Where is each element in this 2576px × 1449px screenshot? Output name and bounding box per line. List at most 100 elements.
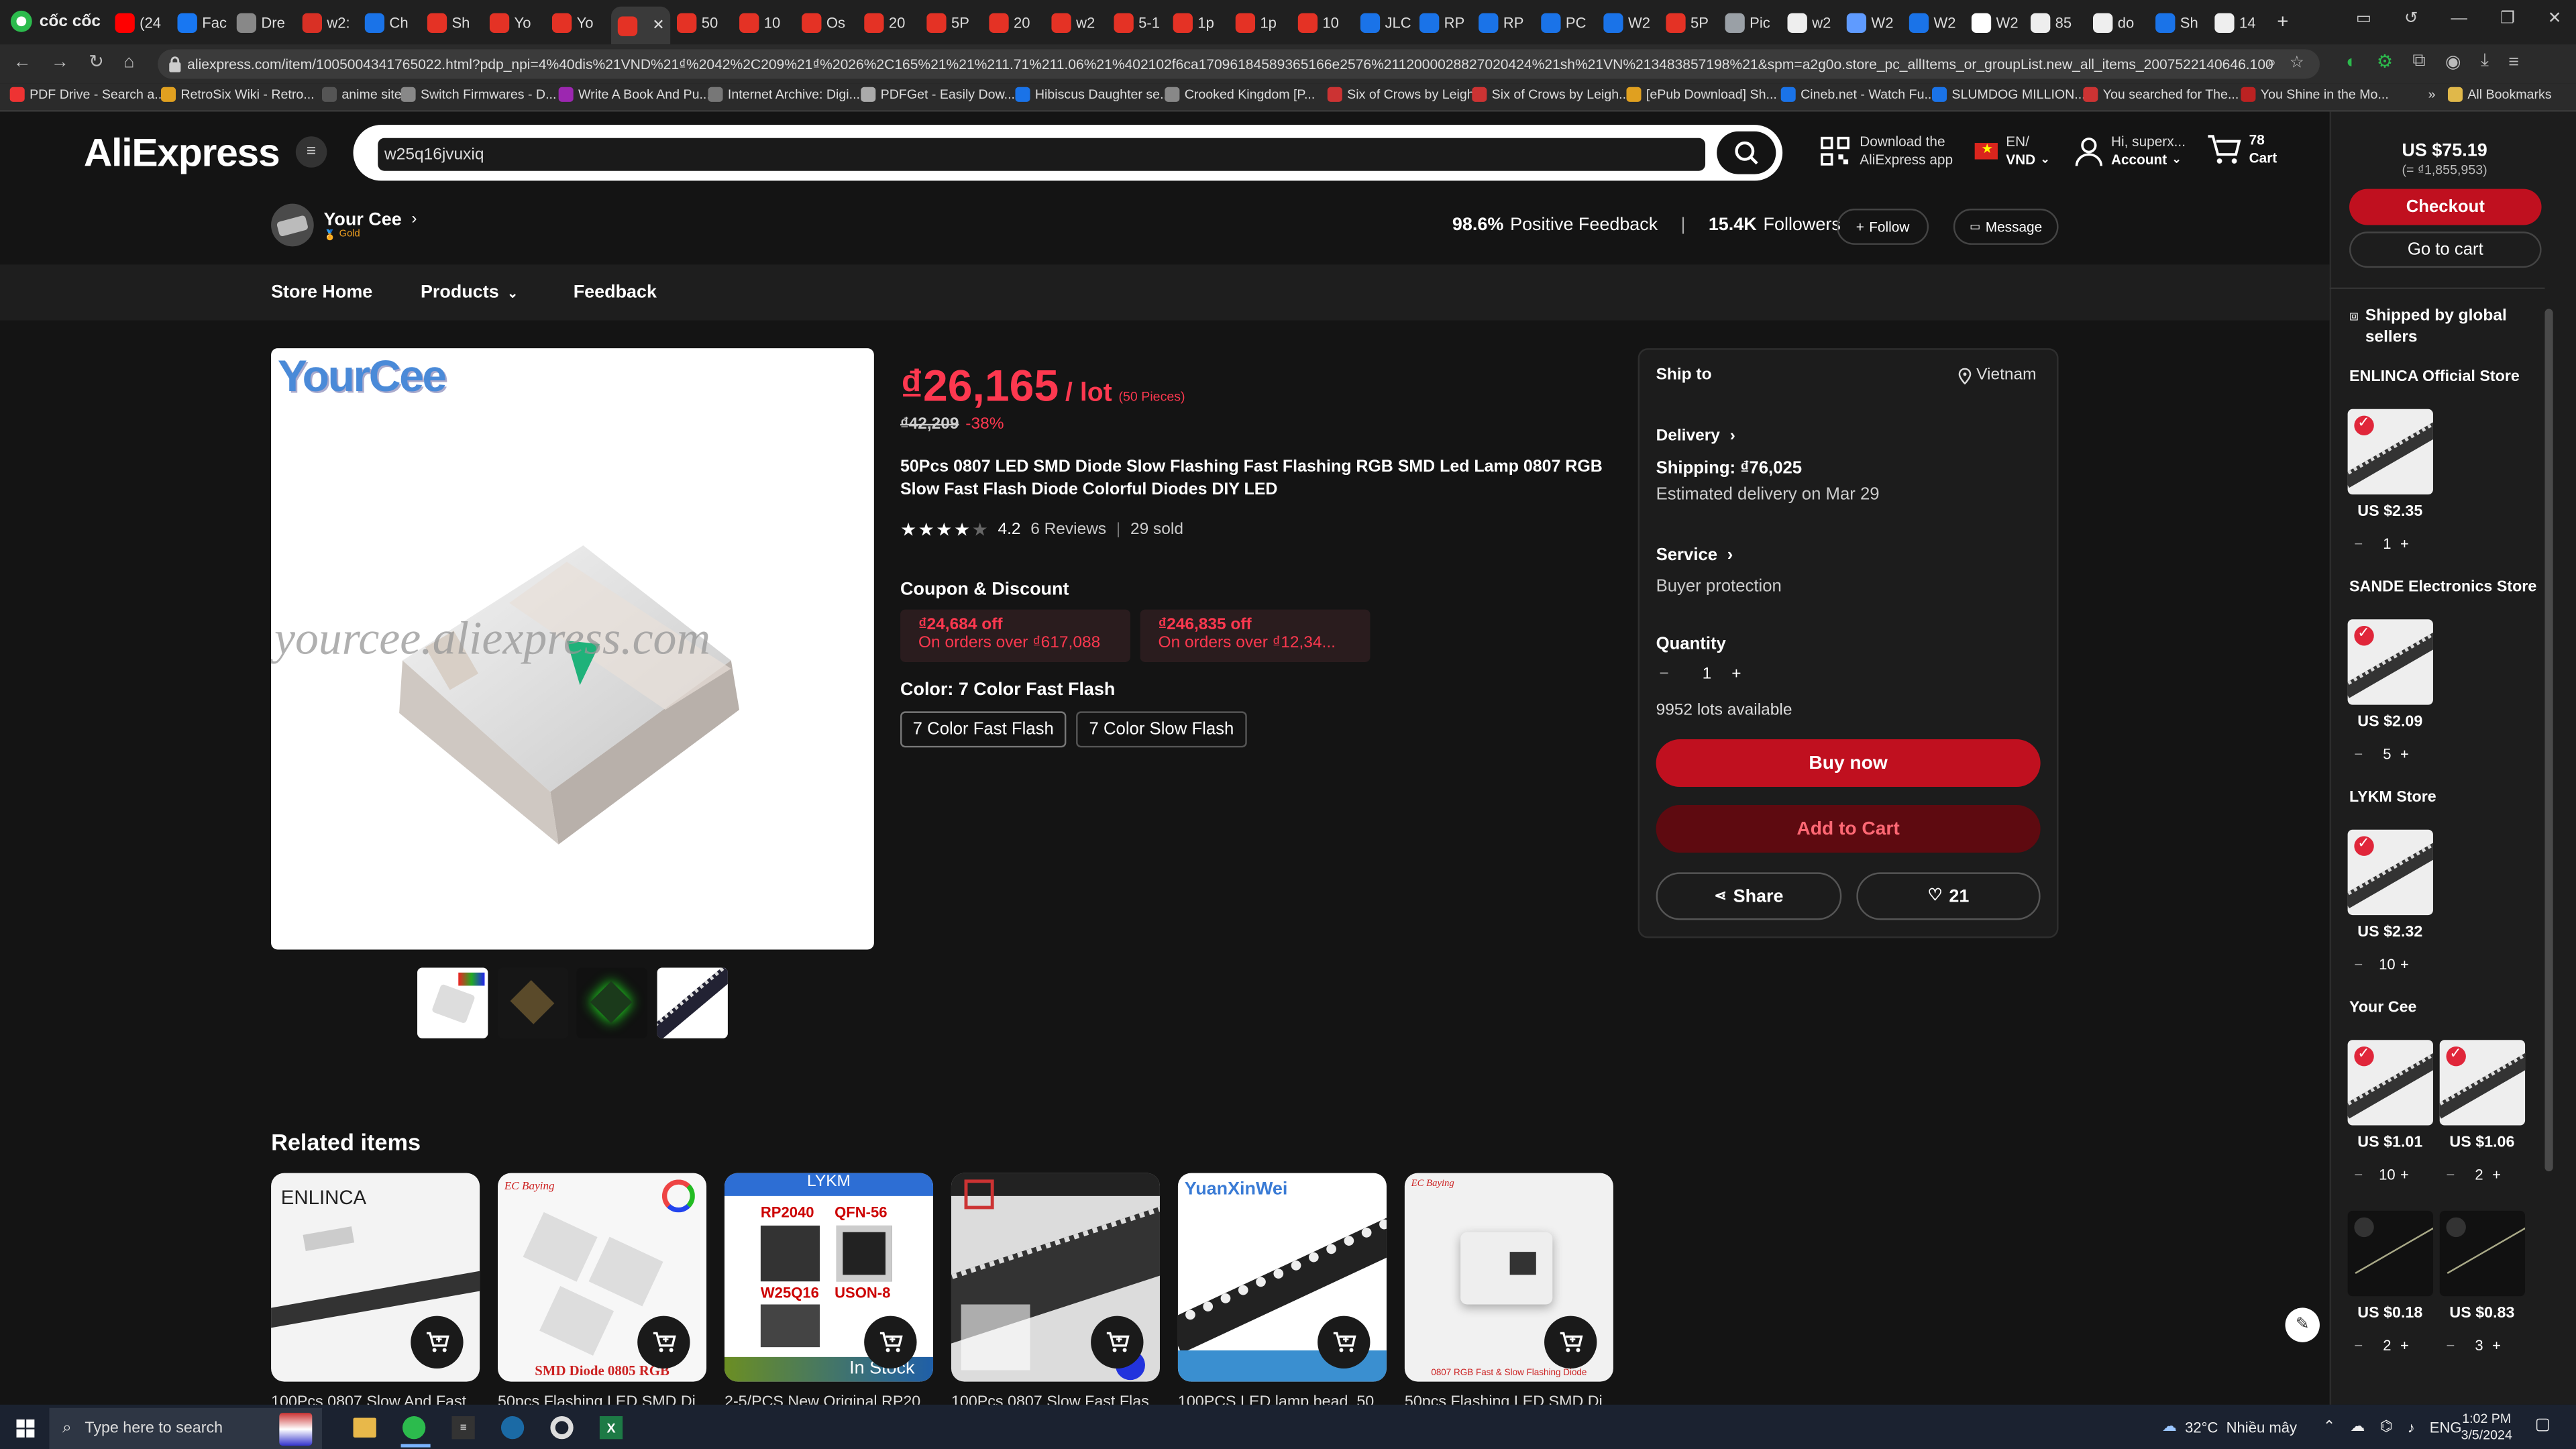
bookmark-item[interactable]: anime site <box>322 87 402 102</box>
reload-icon[interactable]: ↻ <box>89 51 104 72</box>
bookmark-item[interactable]: SLUMDOG MILLION... <box>1932 87 2086 102</box>
add-to-cart-icon[interactable] <box>1544 1316 1597 1368</box>
bookmark-item[interactable]: PDFGet - Easily Dow... <box>861 87 1015 102</box>
browser-tab[interactable]: 5P <box>926 7 982 40</box>
browser-tab[interactable]: Yo <box>551 7 608 40</box>
delivery-link[interactable]: Delivery › <box>1656 427 1735 445</box>
forward-icon[interactable]: → <box>51 52 69 71</box>
cart-link[interactable]: 78 Cart <box>2206 131 2277 168</box>
download-app-link[interactable]: Download the AliExpress app <box>1820 133 1953 169</box>
volume-icon[interactable]: ♪ <box>2408 1419 2415 1435</box>
browser-tab[interactable]: W2 <box>1909 7 1965 40</box>
browser-tab[interactable]: 85 <box>2030 7 2086 40</box>
checkout-button[interactable]: Checkout <box>2349 189 2542 225</box>
related-item-image[interactable]: ENLINCA <box>271 1173 480 1382</box>
tray-chevron-icon[interactable]: ⌃ <box>2323 1417 2335 1436</box>
bookmark-item[interactable]: Cineb.net - Watch Fu... <box>1780 87 1935 102</box>
edit-pencil-icon[interactable]: ✎ <box>2285 1307 2320 1342</box>
clock[interactable]: 1:02 PM 3/5/2024 <box>2461 1411 2512 1444</box>
wishlist-button[interactable]: ♡ 21 <box>1856 872 2041 920</box>
coccoc-taskbar-icon[interactable] <box>402 1416 426 1440</box>
checkbox-icon[interactable] <box>2354 1217 2374 1238</box>
browser-tab[interactable]: JLC <box>1360 7 1416 40</box>
browser-tab[interactable]: Ch <box>364 7 421 40</box>
browser-tab[interactable]: 50 <box>676 7 733 40</box>
extension-badge-icon[interactable]: ⚙ <box>2377 51 2393 72</box>
cart-store-name[interactable]: Your Cee <box>2349 999 2416 1017</box>
add-to-cart-button[interactable]: Add to Cart <box>1656 805 2041 853</box>
checkbox-icon[interactable]: ✓ <box>2354 414 2374 435</box>
panel-scrollbar[interactable] <box>2544 309 2553 1172</box>
zoom-icon[interactable]: ⌕ <box>2267 54 2277 72</box>
tab-search-icon[interactable]: ▭ <box>2356 10 2371 28</box>
increment-button[interactable]: + <box>2400 1167 2420 1183</box>
related-item-image[interactable]: EC Baying SMD Diode 0805 RGB <box>498 1173 707 1382</box>
bookmark-item[interactable]: Switch Firmwares - D... <box>400 87 556 102</box>
close-window-icon[interactable]: ✕ <box>2548 10 2562 28</box>
quantity-value[interactable]: 1 <box>1682 665 1731 684</box>
reviews-link[interactable]: 6 Reviews <box>1030 521 1106 539</box>
decrement-button[interactable]: − <box>1659 665 1682 684</box>
buy-now-button[interactable]: Buy now <box>1656 739 2041 788</box>
thumbnail-3[interactable] <box>576 967 647 1038</box>
add-to-cart-icon[interactable] <box>637 1316 690 1368</box>
language-currency-selector[interactable]: ★ EN/ VND ⌄ <box>1974 133 2050 169</box>
history-icon[interactable]: ↺ <box>2404 10 2418 28</box>
decrement-button[interactable]: − <box>2447 1167 2466 1183</box>
download-icon[interactable]: ⤓ <box>2481 51 2489 72</box>
nav-store-home[interactable]: Store Home <box>271 282 372 302</box>
bookmark-item[interactable]: Six of Crows by Leigh... <box>1472 87 1630 102</box>
checkbox-icon[interactable]: ✓ <box>2354 1045 2374 1067</box>
browser-tab[interactable]: w2: <box>302 7 358 40</box>
bookmark-item[interactable]: You Shine in the Mo... <box>2241 87 2389 102</box>
bookmarks-overflow-icon[interactable]: » <box>2428 87 2436 102</box>
browser-brand[interactable]: cốc cốc <box>10 10 101 33</box>
checkbox-icon[interactable] <box>2446 1217 2466 1238</box>
related-item-image[interactable]: YuanXinWei <box>1177 1173 1387 1382</box>
browser-tab[interactable]: 10 <box>1297 7 1354 40</box>
bookmark-item[interactable]: Crooked Kingdom [P... <box>1165 87 1315 102</box>
increment-button[interactable]: + <box>2492 1337 2512 1353</box>
checkbox-icon[interactable]: ✓ <box>2354 835 2374 856</box>
bookmark-star-icon[interactable]: ☆ <box>2290 54 2304 72</box>
increment-button[interactable]: + <box>2400 535 2420 551</box>
go-to-cart-button[interactable]: Go to cart <box>2349 231 2542 268</box>
increment-button[interactable]: + <box>2400 746 2420 762</box>
browser-tab[interactable]: Dre <box>236 7 292 40</box>
file-explorer-icon[interactable] <box>353 1417 376 1438</box>
increment-button[interactable]: + <box>2400 956 2420 972</box>
coupon-1[interactable]: ₫24,684 off On orders over ₫617,088 <box>900 609 1130 662</box>
new-tab-button[interactable]: + <box>2277 10 2288 33</box>
account-menu[interactable]: Hi, superx... Account ⌄ <box>2075 133 2186 169</box>
coupon-2[interactable]: ₫246,835 off On orders over ₫12,34... <box>1140 609 1371 662</box>
browser-tab[interactable]: (24 <box>115 7 170 40</box>
browser-tab[interactable]: Yo <box>489 7 545 40</box>
profile-avatar-icon[interactable]: ◉ <box>2445 51 2461 72</box>
message-button[interactable]: ▭ Message <box>1953 209 2059 245</box>
browser-tab[interactable]: 1p <box>1235 7 1291 40</box>
thumbnail-2[interactable] <box>498 967 569 1038</box>
share-button[interactable]: ⋖ Share <box>1656 872 1842 920</box>
browser-tab[interactable]: 1p <box>1173 7 1229 40</box>
bookmark-item[interactable]: Six of Crows by Leigh... <box>1327 87 1485 102</box>
cart-store-name[interactable]: ENLINCA Official Store <box>2349 368 2520 386</box>
bookmark-item[interactable]: PDF Drive - Search a... <box>9 87 166 102</box>
browser-tab[interactable]: 20 <box>864 7 920 40</box>
increment-button[interactable]: + <box>2400 1337 2420 1353</box>
bookmark-item[interactable]: Hibiscus Daughter se... <box>1015 87 1171 102</box>
excel-icon[interactable]: X <box>599 1416 623 1440</box>
cart-item-image[interactable]: ✓ <box>2347 1040 2433 1126</box>
aliexpress-logo[interactable]: AliExpress <box>84 131 280 178</box>
browser-tab[interactable]: 14 <box>2214 7 2270 40</box>
browser-tab[interactable]: Sh <box>427 7 483 40</box>
search-button[interactable] <box>1717 131 1776 174</box>
back-icon[interactable]: ← <box>13 52 32 71</box>
decrement-button[interactable]: − <box>2447 1337 2466 1353</box>
browser-tab[interactable]: 5P <box>1666 7 1721 40</box>
checkbox-icon[interactable]: ✓ <box>2446 1045 2466 1067</box>
browser-tab[interactable]: Pic <box>1725 7 1780 40</box>
weather-widget[interactable]: ☁ 32°C Nhiều mây <box>2162 1417 2297 1436</box>
browser-tab[interactable]: RP <box>1419 7 1475 40</box>
bookmark-item[interactable]: RetroSix Wiki - Retro... <box>161 87 315 102</box>
minimize-icon[interactable]: — <box>2451 10 2467 28</box>
